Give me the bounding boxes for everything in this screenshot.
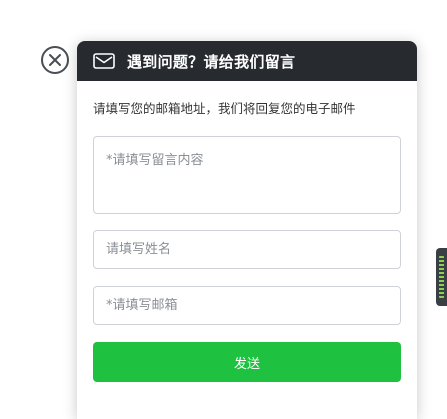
- dialog-description: 请填写您的邮箱地址，我们将回复您的电子邮件: [93, 101, 356, 116]
- close-circle-icon: [49, 54, 61, 66]
- message-input[interactable]: [93, 136, 401, 214]
- page: 遇到问题？请给我们留言 请填写您的邮箱地址，我们将回复您的电子邮件 发送: [0, 0, 447, 419]
- send-button[interactable]: 发送: [93, 342, 401, 382]
- side-feedback-tab[interactable]: [436, 248, 447, 306]
- feedback-dialog: 遇到问题？请给我们留言 请填写您的邮箱地址，我们将回复您的电子邮件 发送: [77, 41, 417, 419]
- mail-icon: [93, 53, 115, 69]
- close-button[interactable]: [41, 46, 69, 74]
- dialog-header: 遇到问题？请给我们留言: [77, 41, 417, 81]
- dialog-title: 遇到问题？请给我们留言: [127, 52, 296, 71]
- email-input[interactable]: [93, 286, 401, 325]
- feedback-tab-icon: [439, 256, 444, 298]
- name-input[interactable]: [93, 230, 401, 269]
